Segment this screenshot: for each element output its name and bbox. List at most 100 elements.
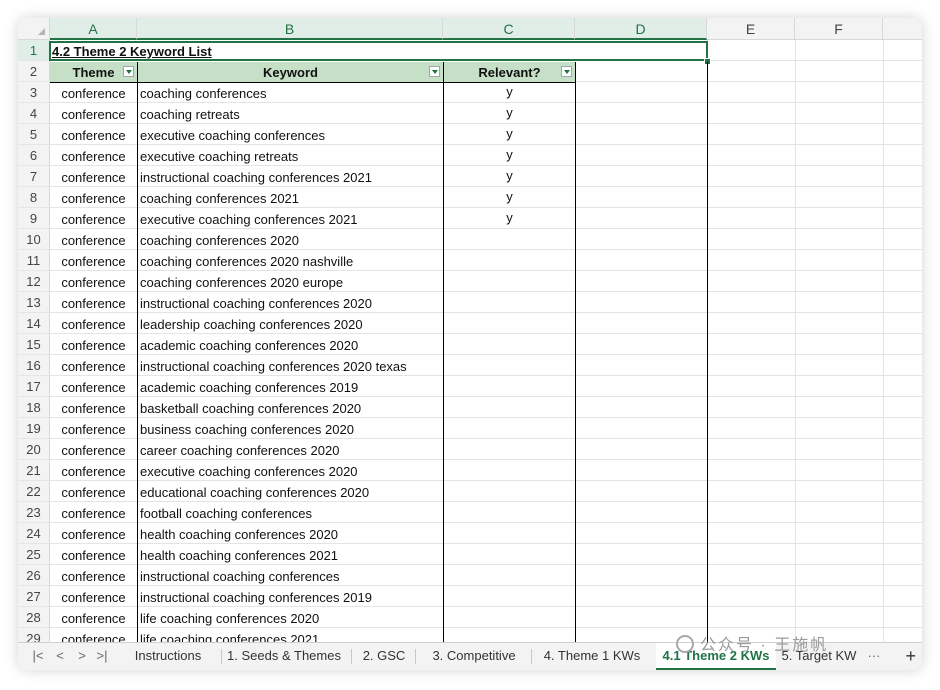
cell-keyword[interactable]: coaching conferences: [139, 82, 443, 103]
sheet-tab[interactable]: 2. GSC: [358, 643, 410, 670]
cell-keyword[interactable]: instructional coaching conferences: [139, 565, 443, 586]
cell-theme[interactable]: conference: [50, 313, 137, 334]
cell-keyword[interactable]: leadership coaching conferences 2020: [139, 313, 443, 334]
cell-theme[interactable]: conference: [50, 397, 137, 418]
cell-relevant[interactable]: [444, 313, 575, 334]
row-header[interactable]: 1: [18, 40, 50, 61]
cell-theme[interactable]: conference: [50, 250, 137, 271]
cell-keyword[interactable]: executive coaching retreats: [139, 145, 443, 166]
cell-relevant[interactable]: [444, 544, 575, 565]
cell-keyword[interactable]: coaching retreats: [139, 103, 443, 124]
row-header[interactable]: 28: [18, 607, 50, 628]
first-sheet-icon[interactable]: |<: [30, 648, 46, 664]
cell-theme[interactable]: conference: [50, 82, 137, 103]
cell-theme[interactable]: conference: [50, 271, 137, 292]
column-header[interactable]: [883, 18, 922, 40]
cell-theme[interactable]: conference: [50, 103, 137, 124]
filter-dropdown-icon[interactable]: [123, 66, 134, 77]
row-header[interactable]: 10: [18, 229, 50, 250]
cell-theme[interactable]: conference: [50, 628, 137, 642]
sheet-tab[interactable]: 4. Theme 1 KWs: [536, 643, 648, 670]
row-header[interactable]: 25: [18, 544, 50, 565]
cell-theme[interactable]: conference: [50, 586, 137, 607]
cell-relevant[interactable]: y: [444, 187, 575, 208]
cell-keyword[interactable]: instructional coaching conferences 2019: [139, 586, 443, 607]
cell-theme[interactable]: conference: [50, 229, 137, 250]
cell-theme[interactable]: conference: [50, 544, 137, 565]
cell-keyword[interactable]: academic coaching conferences 2020: [139, 334, 443, 355]
cell-relevant[interactable]: [444, 271, 575, 292]
cell-relevant[interactable]: y: [444, 124, 575, 145]
cell-keyword[interactable]: coaching conferences 2020 nashville: [139, 250, 443, 271]
cell-theme[interactable]: conference: [50, 187, 137, 208]
column-header[interactable]: F: [795, 18, 883, 40]
cell-theme[interactable]: conference: [50, 334, 137, 355]
cell-keyword[interactable]: executive coaching conferences 2021: [139, 208, 443, 229]
cell-theme[interactable]: conference: [50, 418, 137, 439]
cell-keyword[interactable]: health coaching conferences 2020: [139, 523, 443, 544]
sheet-tab[interactable]: Instructions: [120, 643, 216, 670]
header-keyword[interactable]: Keyword: [138, 62, 443, 83]
row-header[interactable]: 24: [18, 523, 50, 544]
prev-sheet-icon[interactable]: <: [52, 648, 68, 664]
cell-theme[interactable]: conference: [50, 376, 137, 397]
cell-theme[interactable]: conference: [50, 355, 137, 376]
cell-relevant[interactable]: [444, 418, 575, 439]
cell-keyword[interactable]: basketball coaching conferences 2020: [139, 397, 443, 418]
cell-theme[interactable]: conference: [50, 124, 137, 145]
cell-relevant[interactable]: [444, 229, 575, 250]
row-header[interactable]: 26: [18, 565, 50, 586]
cell-relevant[interactable]: [444, 586, 575, 607]
add-sheet-icon[interactable]: +: [905, 645, 916, 667]
row-header[interactable]: 29: [18, 628, 50, 642]
cell-relevant[interactable]: [444, 502, 575, 523]
cell-keyword[interactable]: football coaching conferences: [139, 502, 443, 523]
next-sheet-icon[interactable]: >: [74, 648, 90, 664]
cell-keyword[interactable]: instructional coaching conferences 2021: [139, 166, 443, 187]
cell-keyword[interactable]: health coaching conferences 2021: [139, 544, 443, 565]
column-header[interactable]: E: [707, 18, 795, 40]
column-header[interactable]: B: [137, 18, 443, 40]
cell-relevant[interactable]: [444, 460, 575, 481]
cell-relevant[interactable]: [444, 292, 575, 313]
cell-theme[interactable]: conference: [50, 502, 137, 523]
row-header[interactable]: 5: [18, 124, 50, 145]
last-sheet-icon[interactable]: >|: [94, 648, 110, 664]
cell-relevant[interactable]: [444, 628, 575, 642]
cell-theme[interactable]: conference: [50, 460, 137, 481]
cell-keyword[interactable]: academic coaching conferences 2019: [139, 376, 443, 397]
row-header[interactable]: 2: [18, 61, 50, 82]
cell-keyword[interactable]: business coaching conferences 2020: [139, 418, 443, 439]
cell-theme[interactable]: conference: [50, 166, 137, 187]
row-header[interactable]: 4: [18, 103, 50, 124]
column-header[interactable]: C: [443, 18, 575, 40]
cell-relevant[interactable]: [444, 439, 575, 460]
cell-relevant[interactable]: [444, 607, 575, 628]
cell-relevant[interactable]: [444, 523, 575, 544]
cell-keyword[interactable]: executive coaching conferences 2020: [139, 460, 443, 481]
cell-keyword[interactable]: instructional coaching conferences 2020: [139, 292, 443, 313]
cell-keyword[interactable]: coaching conferences 2020 europe: [139, 271, 443, 292]
row-header[interactable]: 20: [18, 439, 50, 460]
cell-theme[interactable]: conference: [50, 208, 137, 229]
cell-relevant[interactable]: y: [444, 208, 575, 229]
cell-relevant[interactable]: y: [444, 166, 575, 187]
row-header[interactable]: 12: [18, 271, 50, 292]
row-header[interactable]: 17: [18, 376, 50, 397]
header-relevant[interactable]: Relevant?: [444, 62, 575, 83]
row-header[interactable]: 21: [18, 460, 50, 481]
sheet-tab[interactable]: 3. Competitive: [422, 643, 526, 670]
column-header[interactable]: A: [50, 18, 137, 40]
cell-theme[interactable]: conference: [50, 481, 137, 502]
cell-theme[interactable]: conference: [50, 523, 137, 544]
cell-theme[interactable]: conference: [50, 565, 137, 586]
header-theme[interactable]: Theme: [50, 62, 137, 83]
cell-relevant[interactable]: y: [444, 82, 575, 103]
cell-keyword[interactable]: executive coaching conferences: [139, 124, 443, 145]
worksheet-grid[interactable]: ABCDEF 3 conference coaching conferences y 4…: [18, 18, 922, 642]
cell-relevant[interactable]: [444, 376, 575, 397]
row-header[interactable]: 16: [18, 355, 50, 376]
filter-dropdown-icon[interactable]: [429, 66, 440, 77]
select-all-corner[interactable]: [18, 18, 50, 40]
cell-keyword[interactable]: coaching conferences 2021: [139, 187, 443, 208]
